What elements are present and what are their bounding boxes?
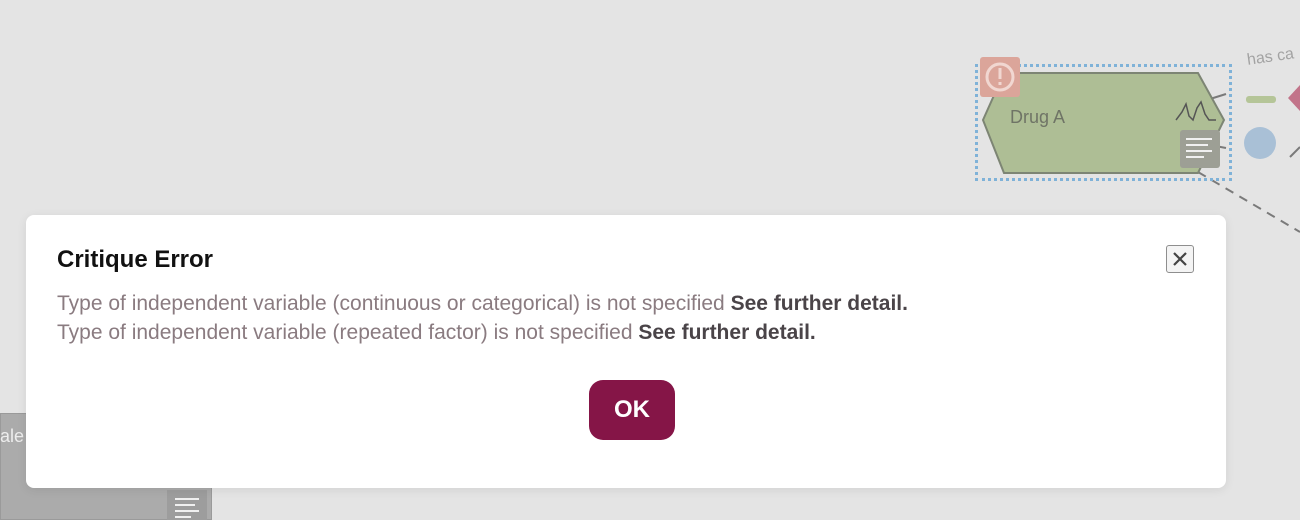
see-detail-link[interactable]: See further detail. (731, 292, 908, 315)
notes-icon[interactable] (1180, 130, 1220, 168)
distribution-icon (1175, 100, 1216, 122)
ok-button[interactable]: OK (589, 380, 675, 440)
error-message: Type of independent variable (repeated f… (57, 321, 816, 345)
warning-badge[interactable] (980, 57, 1020, 97)
warning-icon (985, 62, 1015, 92)
dialog-title: Critique Error (57, 246, 214, 273)
close-button[interactable] (1166, 245, 1194, 273)
error-message-text: Type of independent variable (continuous… (57, 292, 725, 315)
drug-node-label[interactable]: Drug A (1010, 107, 1065, 128)
error-message-text: Type of independent variable (repeated f… (57, 321, 633, 344)
error-message: Type of independent variable (continuous… (57, 292, 908, 316)
circle-node[interactable] (1244, 127, 1276, 159)
left-node-label: ale (0, 426, 25, 446)
diamond-node (1288, 85, 1300, 111)
see-detail-link[interactable]: See further detail. (638, 321, 815, 344)
critique-error-dialog: Critique Error Type of independent varia… (26, 215, 1226, 488)
close-icon (1173, 252, 1187, 266)
notes-icon[interactable] (167, 490, 207, 520)
green-connector (1246, 96, 1276, 103)
